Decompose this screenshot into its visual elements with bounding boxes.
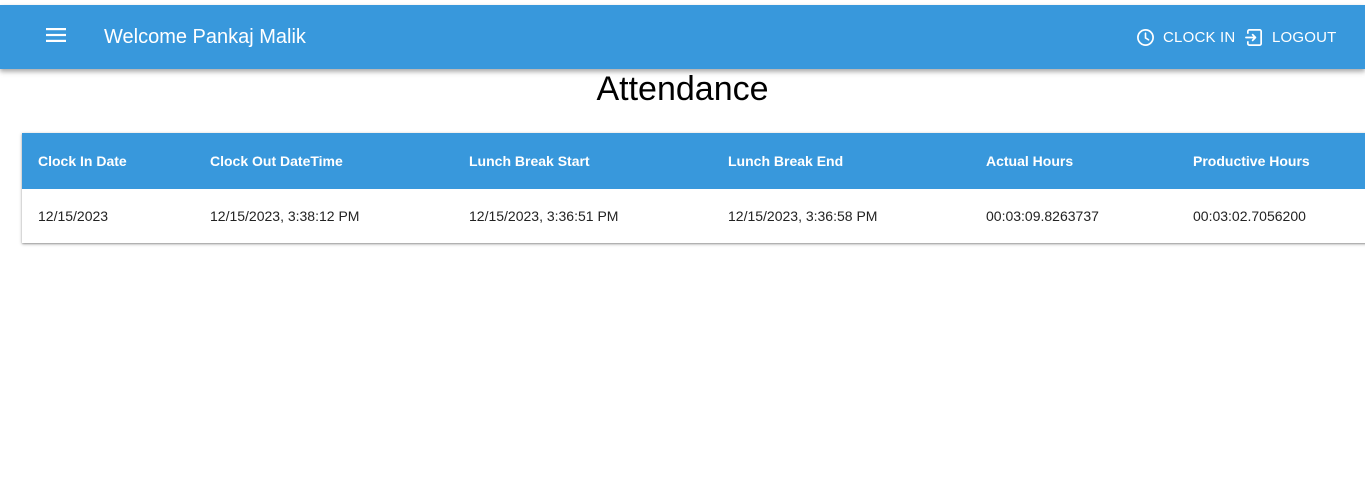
cell-clock-in-date: 12/15/2023: [38, 208, 109, 224]
table-header: Clock In Date Clock Out DateTime Lunch B…: [22, 133, 1365, 189]
page-title: Attendance: [596, 70, 769, 108]
cell-lunch-break-end: 12/15/2023, 3:36:58 PM: [728, 208, 878, 224]
cell-productive-hours: 00:03:02.7056200: [1193, 208, 1306, 224]
column-header-clock-out-datetime[interactable]: Clock Out DateTime: [210, 133, 343, 189]
column-header-productive-hours[interactable]: Productive Hours: [1193, 133, 1310, 189]
welcome-title: Welcome Pankaj Malik: [104, 26, 306, 48]
table-row: 12/15/2023 12/15/2023, 3:38:12 PM 12/15/…: [22, 189, 1365, 243]
logout-icon: [1245, 28, 1264, 47]
attendance-table: Clock In Date Clock Out DateTime Lunch B…: [22, 133, 1365, 243]
menu-button[interactable]: [36, 17, 76, 57]
column-header-lunch-break-end[interactable]: Lunch Break End: [728, 133, 843, 189]
cell-clock-out-datetime: 12/15/2023, 3:38:12 PM: [210, 208, 360, 224]
logout-button[interactable]: LOGOUT: [1245, 25, 1337, 49]
logout-label: LOGOUT: [1272, 28, 1337, 46]
app-bar: Welcome Pankaj Malik CLOCK IN LOGOUT: [0, 5, 1365, 69]
column-header-actual-hours[interactable]: Actual Hours: [986, 133, 1073, 189]
cell-actual-hours: 00:03:09.8263737: [986, 208, 1099, 224]
column-header-lunch-break-start[interactable]: Lunch Break Start: [469, 133, 590, 189]
column-header-clock-in-date[interactable]: Clock In Date: [38, 133, 127, 189]
cell-lunch-break-start: 12/15/2023, 3:36:51 PM: [469, 208, 619, 224]
menu-icon: [46, 27, 66, 47]
clock-in-label: CLOCK IN: [1163, 28, 1236, 46]
clock-icon: [1136, 28, 1155, 47]
clock-in-button[interactable]: CLOCK IN: [1136, 25, 1235, 49]
